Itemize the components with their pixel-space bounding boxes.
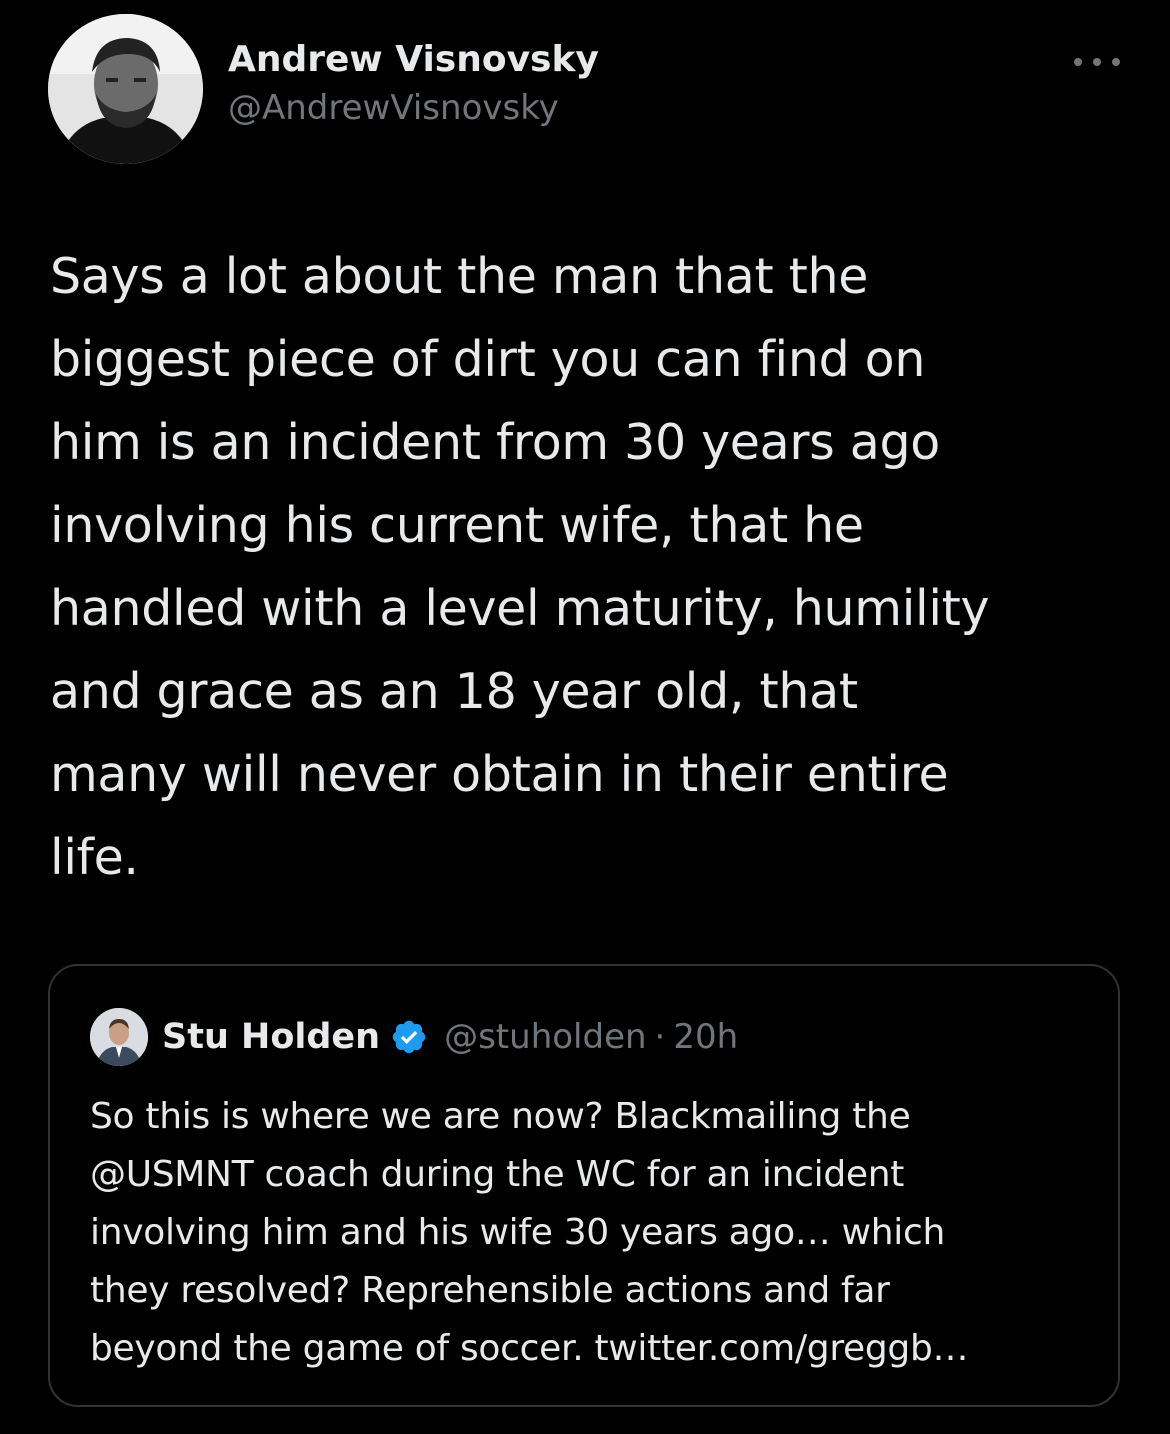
tweet-text-line: and grace as an 18 year old, that <box>50 663 858 720</box>
author-avatar[interactable] <box>48 14 203 164</box>
tweet-text-line: Says a lot about the man that the <box>50 248 869 305</box>
author-names: Andrew Visnovsky @AndrewVisnovsky <box>228 38 599 130</box>
tweet-text-line: many will never obtain in their entire <box>50 746 949 803</box>
quoted-author-avatar[interactable] <box>90 1008 148 1066</box>
tweet-text-line: biggest piece of dirt you can find on <box>50 331 926 388</box>
tweet-text-line: involving his current wife, that he <box>50 497 864 554</box>
quoted-author-handle[interactable]: @stuholden <box>444 1017 646 1057</box>
verified-badge-icon <box>392 1020 426 1054</box>
quoted-text-line: involving him and his wife 30 years ago…… <box>90 1212 946 1253</box>
tweet-header: Andrew Visnovsky @AndrewVisnovsky <box>48 14 1128 164</box>
tweet-text-line: him is an incident from 30 years ago <box>50 414 940 471</box>
quoted-tweet-header: Stu Holden @stuholden · 20h <box>90 1008 738 1066</box>
more-dot <box>1093 58 1101 66</box>
quoted-text-line: So this is where we are now? Blackmailin… <box>90 1096 911 1137</box>
quoted-text-line: they resolved? Reprehensible actions and… <box>90 1270 890 1311</box>
quoted-text-line: @USMNT coach during the WC for an incide… <box>90 1154 905 1195</box>
quoted-author-display-name[interactable]: Stu Holden <box>162 1017 380 1057</box>
tweet-text-line: handled with a level maturity, humility <box>50 580 990 637</box>
quoted-text-line: beyond the game of soccer. twitter.com/g… <box>90 1328 969 1369</box>
author-handle[interactable]: @AndrewVisnovsky <box>228 86 599 130</box>
separator-dot: · <box>654 1017 666 1057</box>
quoted-tweet-timestamp[interactable]: 20h <box>673 1017 738 1057</box>
quoted-tweet-card[interactable]: Stu Holden @stuholden · 20h So this is w… <box>48 964 1120 1407</box>
more-dot <box>1112 58 1120 66</box>
more-horizontal-icon[interactable] <box>1074 54 1120 70</box>
tweet-text: Says a lot about the man that the bigges… <box>50 235 1130 899</box>
quoted-tweet-text: So this is where we are now? Blackmailin… <box>90 1088 1090 1378</box>
author-display-name[interactable]: Andrew Visnovsky <box>228 38 599 82</box>
more-dot <box>1074 58 1082 66</box>
tweet-text-line: life. <box>50 829 139 886</box>
tweet: Andrew Visnovsky @AndrewVisnovsky Says a… <box>0 0 1170 1434</box>
